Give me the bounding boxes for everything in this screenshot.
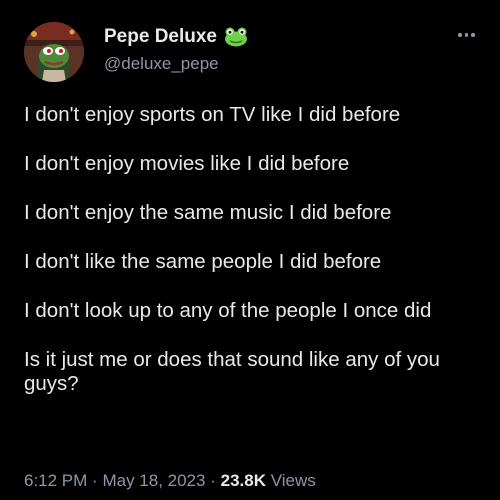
- frog-emoji-icon: [223, 27, 249, 47]
- more-dots-icon: [458, 33, 462, 37]
- meta-separator: ·: [92, 471, 98, 490]
- tweet-paragraph: I don't look up to any of the people I o…: [24, 299, 432, 322]
- avatar[interactable]: [24, 22, 84, 82]
- pepe-avatar-icon: [24, 22, 84, 82]
- tweet-date[interactable]: May 18, 2023: [102, 471, 205, 490]
- author-display-name[interactable]: Pepe Deluxe: [104, 26, 217, 48]
- tweet-meta: 6:12 PM · May 18, 2023 · 23.8K Views: [24, 471, 316, 491]
- author-handle[interactable]: @deluxe_pepe: [104, 54, 249, 74]
- views-label: Views: [270, 471, 316, 490]
- views-count[interactable]: 23.8K: [221, 471, 266, 490]
- tweet-paragraph: I don't enjoy movies like I did before: [24, 152, 350, 175]
- more-options-button[interactable]: [458, 30, 482, 40]
- tweet-header: Pepe Deluxe @deluxe_pepe: [24, 22, 482, 82]
- tweet-text: I don't enjoy sports on TV like I did be…: [24, 103, 480, 421]
- author-display-name-row[interactable]: Pepe Deluxe: [104, 26, 249, 48]
- tweet-card: Pepe Deluxe @deluxe_pepe I don't enjoy s…: [0, 0, 500, 500]
- author-names: Pepe Deluxe @deluxe_pepe: [104, 26, 249, 74]
- more-dots-icon: [471, 33, 475, 37]
- meta-separator: ·: [210, 471, 216, 490]
- tweet-paragraph: Is it just me or does that sound like an…: [24, 348, 446, 395]
- tweet-paragraph: I don't enjoy sports on TV like I did be…: [24, 103, 401, 126]
- tweet-paragraph: I don't like the same people I did befor…: [24, 250, 382, 273]
- more-dots-icon: [464, 33, 468, 37]
- tweet-time[interactable]: 6:12 PM: [24, 471, 87, 490]
- tweet-paragraph: I don't enjoy the same music I did befor…: [24, 201, 392, 224]
